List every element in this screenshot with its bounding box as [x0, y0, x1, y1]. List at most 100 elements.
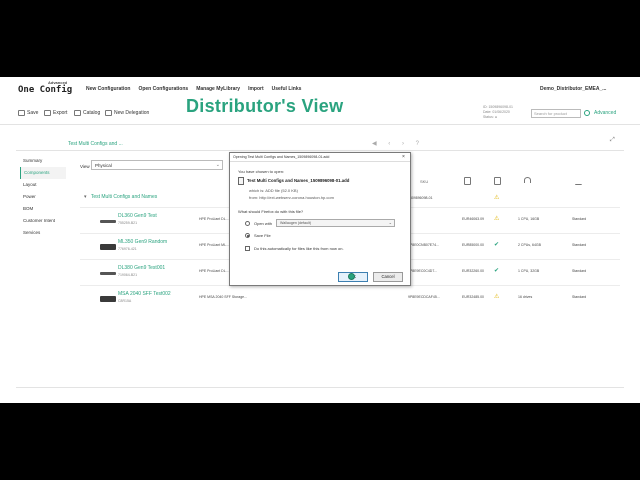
status-column-icon[interactable]	[494, 177, 501, 185]
dialog-filename: Test Multi Configs and Names_1509896098-…	[247, 178, 350, 183]
row-part-number: 9P8E9ECDCAF45...	[408, 295, 440, 299]
dialog-title: Opening Test Multi Configs and Names_150…	[233, 155, 330, 159]
save-label: Save	[27, 110, 39, 116]
chevron-down-icon: ⌄	[215, 162, 220, 168]
dialog-titlebar[interactable]: Opening Test Multi Configs and Names_150…	[230, 153, 410, 162]
new-delegation-button[interactable]: New Delegation	[105, 110, 149, 116]
row-description: HPE ProLiant ML...	[199, 243, 229, 247]
group-label: Test Multi Configs and Names	[90, 194, 158, 200]
cancel-button-label: Cancel	[381, 274, 395, 279]
warning-icon: ⚠	[494, 216, 500, 222]
row-product-sku: 776976-421	[118, 247, 137, 251]
row-description: HPE MSA 2040 SFF Storage...	[199, 295, 248, 299]
config-info: ID: 1509896098-01 Date: 01/06/2020 Statu…	[483, 105, 513, 120]
search-icon[interactable]	[584, 110, 590, 116]
save-file-radio[interactable]	[245, 233, 250, 238]
nav-useful-links[interactable]: Useful Links	[272, 86, 302, 92]
user-menu[interactable]: Demo_Distributor_EMEA_...	[540, 86, 606, 92]
server-image-icon	[100, 220, 116, 223]
nav-import[interactable]: Import	[248, 86, 264, 92]
server-image-icon	[100, 272, 116, 275]
sidebar-item-bom[interactable]: BOM	[20, 203, 66, 215]
nav-open-configurations[interactable]: Open Configurations	[138, 86, 188, 92]
row-part-number: 8P8E0CNB07E74...	[408, 243, 439, 247]
logo-text: One Config	[18, 85, 73, 95]
row-price: EUR32485.00	[462, 295, 484, 299]
price-column-icon[interactable]	[464, 177, 471, 185]
sidebar-item-services[interactable]: Services	[20, 227, 66, 239]
save-button[interactable]: Save	[18, 110, 38, 116]
nav-manage-mylibrary[interactable]: Manage MyLibrary	[196, 86, 240, 92]
advanced-search-link[interactable]: Advanced	[594, 110, 616, 116]
row-description: HPE ProLiant DL...	[199, 217, 229, 221]
row-spec: 1 CPU, 32GB	[518, 269, 540, 273]
dialog-file-source: from: http://ext-webserv-corona.houston.…	[249, 195, 334, 200]
table-row[interactable]: MSA 2040 SFF Test002 C8R15A HPE MSA 2040…	[80, 285, 620, 311]
sidebar-item-customer-intent[interactable]: Customer Intent	[20, 215, 66, 227]
delegation-icon	[105, 110, 112, 116]
configuration-pager[interactable]: ◀ ‹ › ?	[372, 140, 424, 147]
sidebar-item-components[interactable]: Components	[20, 167, 66, 179]
row-product-name[interactable]: MSA 2040 SFF Test002	[118, 291, 171, 297]
main-nav: New Configuration Open Configurations Ma…	[86, 86, 301, 92]
row-spec: 1 CPU, 16GB	[518, 217, 540, 221]
product-search-input[interactable]: Search for product	[531, 109, 581, 118]
row-product-sku: C8R15A	[118, 299, 132, 303]
loading-cursor-icon	[348, 273, 355, 280]
row-support: Standard	[572, 295, 587, 299]
row-support: Standard	[572, 217, 587, 221]
dialog-intro: You have chosen to open:	[238, 169, 285, 174]
check-icon: ✔	[494, 242, 500, 248]
auto-action-checkbox[interactable]	[245, 246, 250, 251]
tools-icon[interactable]	[574, 177, 587, 185]
dialog-question: What should Firefox do with this file?	[238, 209, 304, 214]
view-select[interactable]: Physical ⌄	[91, 160, 223, 170]
row-product-name[interactable]: DL380 Gen9 Test001	[118, 265, 165, 271]
close-icon[interactable]: ×	[402, 154, 405, 160]
group-warning-icon: ⚠	[494, 195, 500, 201]
nav-new-configuration[interactable]: New Configuration	[86, 86, 130, 92]
column-header-sku: SKU	[420, 179, 429, 184]
sidebar: Summary Components Layout Power BOM Cust…	[20, 155, 66, 239]
view-select-value: Physical	[95, 163, 112, 168]
sidebar-item-summary[interactable]: Summary	[20, 155, 66, 167]
save-file-label: Save File	[254, 233, 271, 238]
row-price: EUR85000.00	[462, 243, 484, 247]
save-icon	[18, 110, 25, 116]
row-price: EUR32260.00	[462, 269, 484, 273]
open-with-select[interactable]: Wallaugen (default) ⌄	[276, 219, 395, 227]
collapse-caret-icon[interactable]: ▾	[84, 194, 87, 200]
distributor-view-banner: Distributor's View	[186, 96, 344, 116]
catalog-icon	[74, 110, 81, 116]
row-spec: 16 drives	[518, 295, 533, 299]
app-logo[interactable]: Advanced One Config	[18, 80, 76, 97]
row-product-name[interactable]: DL360 Gen9 Test	[118, 213, 157, 219]
group-part-number: 1509896098-01	[408, 196, 433, 200]
row-spec: 2 CPUs, 64GB	[518, 243, 541, 247]
storage-image-icon	[100, 296, 116, 302]
open-with-label: Open with	[254, 221, 273, 226]
export-button[interactable]: Export	[44, 110, 67, 116]
open-with-radio[interactable]	[245, 221, 250, 226]
row-price: EUR46063.09	[462, 217, 484, 221]
row-part-number: 8P8E9EC0C4D7...	[408, 269, 438, 273]
row-support: Standard	[572, 243, 587, 247]
row-product-sku: 719064-B21	[118, 273, 138, 277]
chevron-down-icon: ⌄	[388, 220, 392, 225]
check-icon: ✔	[494, 268, 500, 274]
expand-icon[interactable]: ⤢	[610, 137, 615, 144]
export-label: Export	[53, 110, 68, 116]
configuration-group-row[interactable]: ▾ Test Multi Configs and Names	[84, 194, 157, 200]
sidebar-item-layout[interactable]: Layout	[20, 179, 66, 191]
row-support: Standard	[572, 269, 587, 273]
configuration-title[interactable]: Test Multi Configs and ...	[68, 141, 123, 147]
gauge-icon[interactable]	[524, 177, 531, 183]
row-product-name[interactable]: ML350 Gen9 Random	[118, 239, 167, 245]
configuration-bar: Test Multi Configs and ... ◀ ‹ › ? ⤢	[16, 137, 624, 151]
catalog-button[interactable]: Catalog	[74, 110, 100, 116]
catalog-label: Catalog	[83, 110, 101, 116]
dialog-file-type: which is: ADD file (52.0 KB)	[249, 188, 298, 193]
view-label: View	[80, 164, 90, 169]
cancel-button[interactable]: Cancel	[373, 272, 403, 282]
sidebar-item-power[interactable]: Power	[20, 191, 66, 203]
